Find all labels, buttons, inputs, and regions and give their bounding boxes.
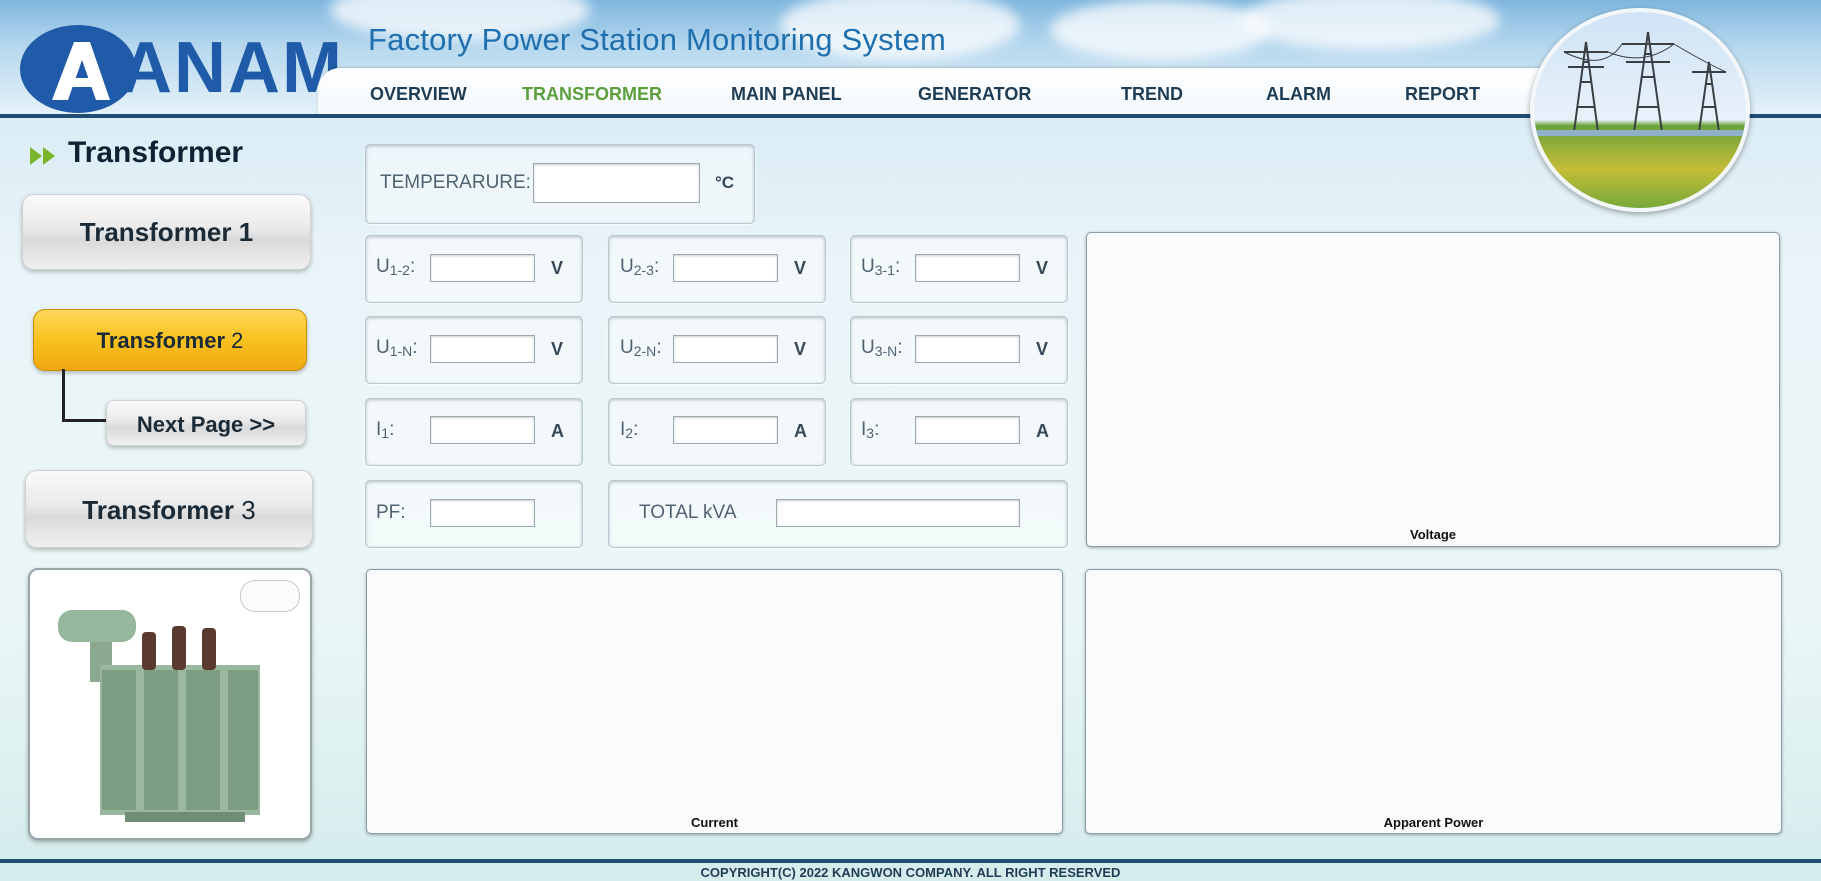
nav-overview[interactable]: OVERVIEW	[370, 84, 467, 105]
u1n-field[interactable]	[430, 335, 535, 363]
u3n-unit: V	[1036, 339, 1049, 359]
u31-label: U3-1:	[861, 256, 900, 278]
u23-label-subscript: 2-3	[633, 262, 654, 278]
u2n-label-colon: :	[656, 337, 662, 358]
u3n-label: U3-N:	[861, 337, 903, 359]
u31-unit: V	[1036, 258, 1049, 278]
u12-label-colon: :	[409, 256, 416, 277]
u12-unit: V	[551, 258, 564, 278]
u1n-unit: V	[551, 339, 564, 359]
temperature-unit: °C	[715, 173, 735, 192]
u23-unit: V	[794, 258, 807, 278]
cloud-decoration	[1050, 0, 1270, 60]
nav-report[interactable]: REPORT	[1405, 84, 1480, 105]
u3n-field[interactable]	[915, 335, 1020, 363]
i3-unit: A	[1036, 421, 1049, 441]
current-chart-title: Current	[691, 815, 738, 830]
nav-trend[interactable]: TREND	[1121, 84, 1183, 105]
i2-label-subscript: 2	[625, 425, 634, 441]
u12-label-text: U	[376, 256, 390, 277]
transformer-1-label: Transformer 1	[23, 217, 310, 248]
transformer-3-number: 3	[241, 495, 256, 525]
total-kva-label: TOTAL kVA	[639, 502, 737, 523]
temperature-label: TEMPERARURE:	[380, 172, 531, 193]
voltage-chart: Voltage	[1086, 232, 1780, 547]
transformer-3-text: Transformer	[82, 495, 242, 525]
u12-field[interactable]	[430, 254, 535, 282]
u2n-label-text: U	[620, 337, 634, 358]
transformer-1-button[interactable]: Transformer 1	[22, 194, 311, 270]
voltage-chart-title: Voltage	[1410, 527, 1456, 542]
footer-divider	[0, 859, 1821, 863]
nav-generator[interactable]: GENERATOR	[918, 84, 1031, 105]
transformer-1-text: Transformer	[79, 217, 239, 247]
i2-label-colon: :	[633, 419, 639, 440]
i3-label-subscript: 3	[866, 425, 875, 441]
u23-label-text: U	[620, 256, 634, 277]
u31-label-subscript: 3-1	[874, 262, 895, 278]
tree-connector	[62, 369, 111, 422]
pf-field[interactable]	[430, 499, 535, 527]
u31-label-colon: :	[894, 256, 901, 277]
transformer-3-button[interactable]: Transformer 3	[25, 470, 313, 548]
power-tower-image	[1530, 8, 1750, 212]
u3n-label-text: U	[861, 337, 875, 358]
nav-alarm[interactable]: ALARM	[1266, 84, 1331, 105]
u2n-unit: V	[794, 339, 807, 359]
nav-transformer[interactable]: TRANSFORMER	[522, 84, 662, 105]
u12-label-subscript: 1-2	[389, 262, 410, 278]
app-title: Factory Power Station Monitoring System	[368, 22, 947, 57]
i1-label: I1:	[376, 419, 394, 441]
i1-unit: A	[551, 421, 564, 441]
u3n-label-subscript: 3-N	[874, 343, 898, 359]
i2-field[interactable]	[673, 416, 778, 444]
u23-label-colon: :	[653, 256, 660, 277]
total-kva-field[interactable]	[776, 499, 1020, 527]
transformer-2-number: 2	[231, 328, 244, 353]
i2-unit: A	[794, 421, 807, 441]
i3-field[interactable]	[915, 416, 1020, 444]
toggle-pill	[240, 580, 300, 612]
u2n-label: U2-N:	[620, 337, 662, 359]
pf-label: PF:	[376, 502, 406, 523]
transformer-1-number: 1	[238, 217, 254, 247]
i1-field[interactable]	[430, 416, 535, 444]
apparent-power-chart-title: Apparent Power	[1383, 815, 1484, 830]
u23-label: U2-3:	[620, 256, 659, 278]
u1n-label: U1-N:	[376, 337, 418, 359]
company-logo[interactable]: ANAM	[12, 24, 342, 114]
next-page-button[interactable]: Next Page >>	[106, 400, 306, 446]
i1-label-colon: :	[389, 419, 395, 440]
i3-label: I3:	[861, 419, 879, 441]
i1-label-subscript: 1	[381, 425, 390, 441]
transformer-2-label: Transformer 2	[34, 328, 306, 354]
double-arrow-icon	[30, 147, 55, 165]
nav-main-panel[interactable]: MAIN PANEL	[731, 84, 842, 105]
cloud-decoration	[1240, 0, 1500, 50]
u31-field[interactable]	[915, 254, 1020, 282]
u3n-label-colon: :	[897, 337, 903, 358]
u1n-label-text: U	[376, 337, 390, 358]
u23-field[interactable]	[673, 254, 778, 282]
u12-label: U1-2:	[376, 256, 415, 278]
next-page-label: Next Page >>	[136, 412, 276, 437]
logo-text: ANAM	[120, 28, 344, 108]
transformer-2-button[interactable]: Transformer 2	[33, 309, 307, 371]
transformer-image	[28, 568, 312, 840]
temperature-field[interactable]	[533, 163, 700, 203]
current-chart: Current	[366, 569, 1063, 834]
i2-label: I2:	[620, 419, 638, 441]
u2n-field[interactable]	[673, 335, 778, 363]
page-title: Transformer	[68, 136, 244, 169]
u2n-label-subscript: 2-N	[633, 343, 657, 359]
u1n-label-colon: :	[412, 337, 418, 358]
i3-label-colon: :	[874, 419, 880, 440]
transformer-3-label: Transformer 3	[26, 495, 312, 526]
u31-label-text: U	[861, 256, 875, 277]
u1n-label-subscript: 1-N	[389, 343, 413, 359]
copyright-text: COPYRIGHT(C) 2022 KANGWON COMPANY. ALL R…	[700, 865, 1121, 880]
apparent-power-chart: Apparent Power	[1085, 569, 1782, 834]
transformer-2-text: Transformer	[96, 328, 232, 353]
